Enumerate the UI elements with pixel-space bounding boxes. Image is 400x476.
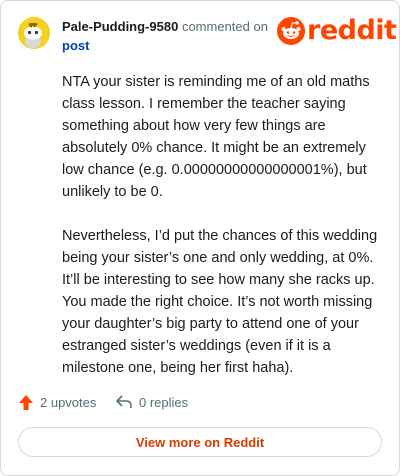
reddit-snoo-icon	[277, 17, 305, 45]
upvote-count: 2 upvotes	[40, 395, 97, 410]
upvote-arrow-icon	[19, 395, 33, 410]
comment-paragraph-2: Nevertheless, I’d put the chances of thi…	[62, 228, 378, 376]
reply-button[interactable]: 0 replies	[115, 394, 188, 410]
reddit-wordmark: reddit	[307, 15, 397, 46]
reply-count: 0 replies	[139, 394, 189, 410]
comment-body: NTA your sister is reminding me of an ol…	[62, 71, 382, 401]
comment-paragraph-1: NTA your sister is reminding me of an ol…	[62, 74, 370, 200]
view-more-on-reddit-button[interactable]: View more on Reddit	[18, 427, 382, 457]
username-link[interactable]: Pale-Pudding-9580	[62, 19, 178, 34]
reddit-logo[interactable]: reddit	[277, 15, 397, 47]
embedded-comment-card: Pale-Pudding-9580 commented on post redd…	[0, 0, 400, 476]
commented-on-text: commented on	[181, 19, 268, 34]
reply-arrow-icon	[116, 395, 132, 408]
comment-meta: Pale-Pudding-9580 commented on post	[62, 18, 268, 54]
snoo-avatar-icon[interactable]	[18, 17, 50, 49]
post-link[interactable]: post	[62, 37, 268, 54]
comment-header: Pale-Pudding-9580 commented on post redd…	[18, 15, 397, 54]
upvote-button[interactable]: 2 upvotes	[18, 394, 96, 411]
